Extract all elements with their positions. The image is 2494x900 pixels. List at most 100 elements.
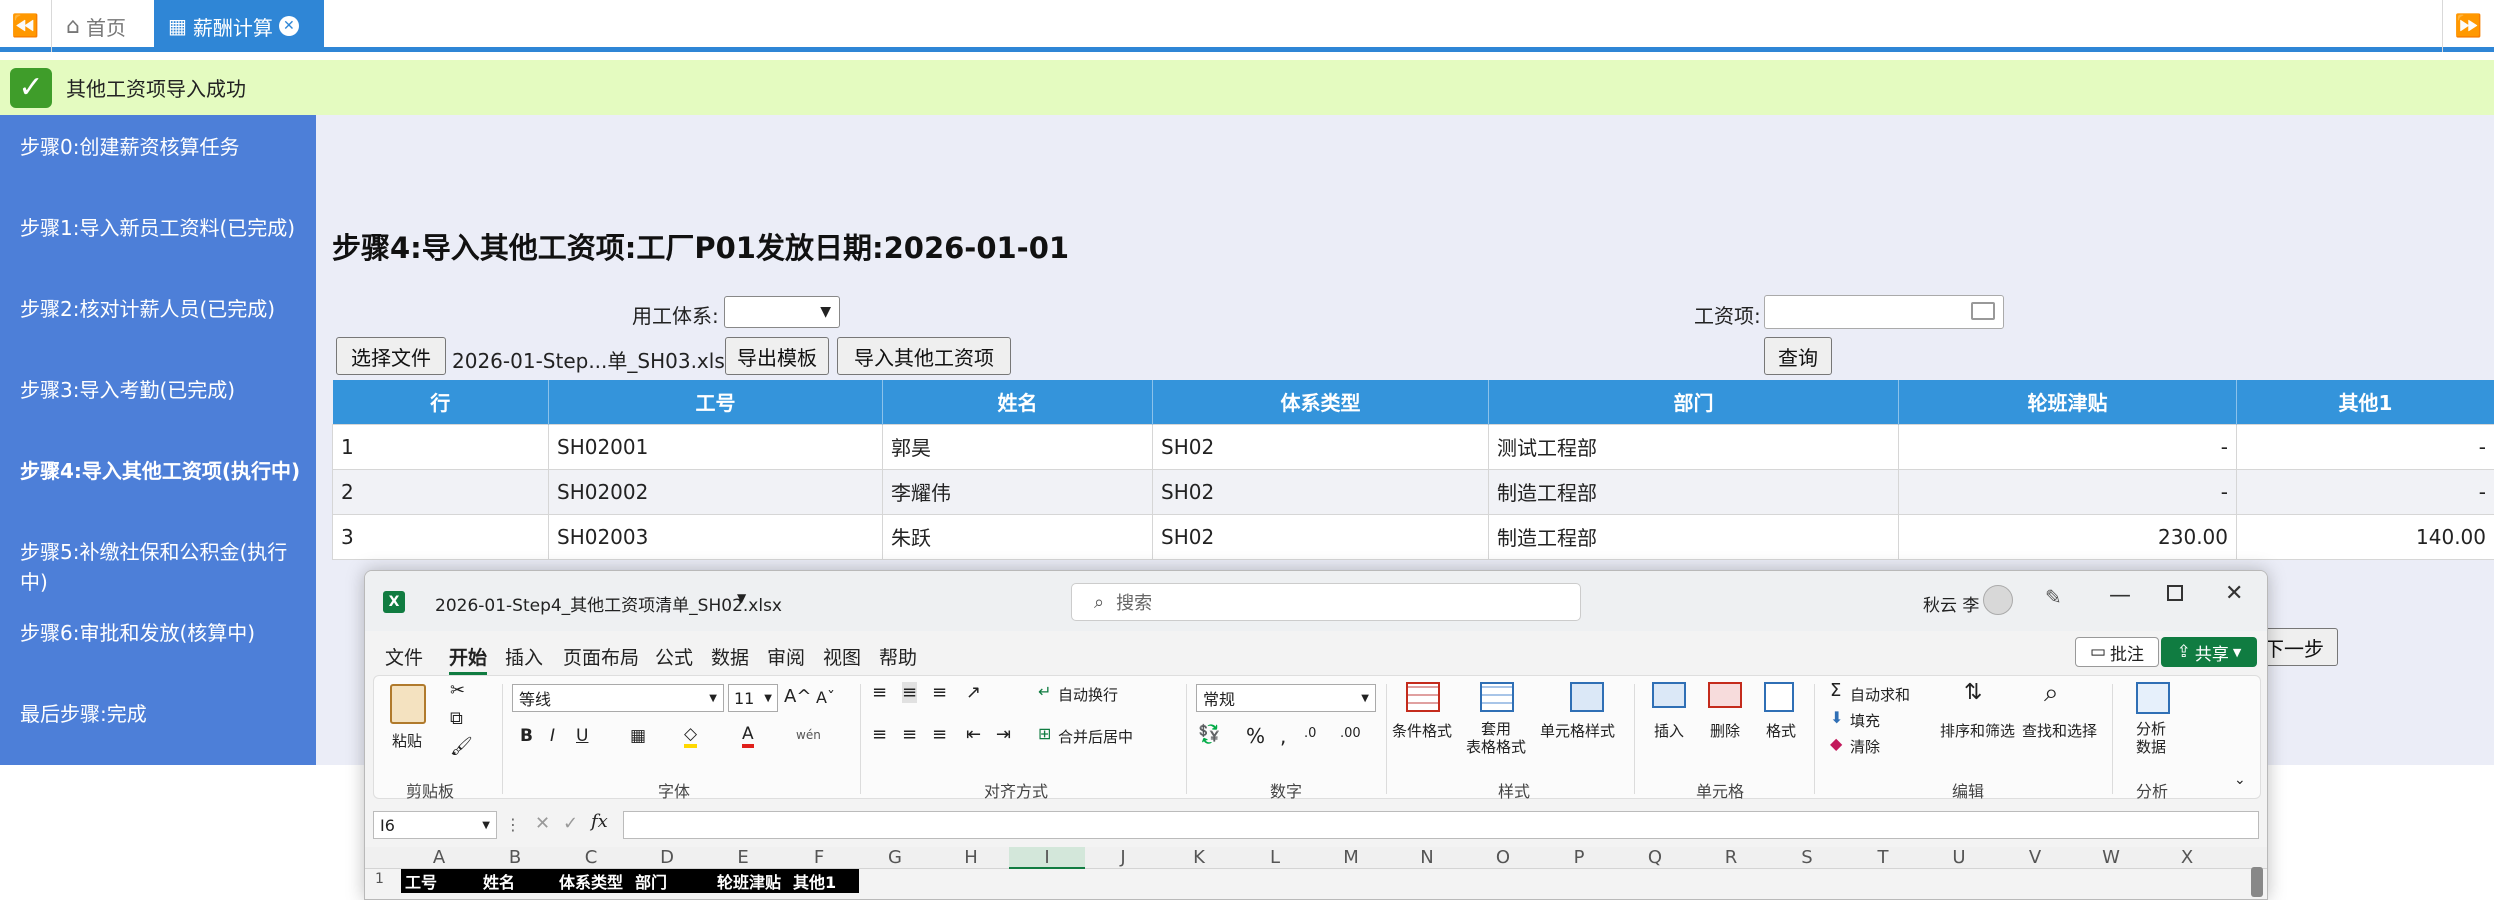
sheet-row-1[interactable]: 工号 姓名 体系类型 部门 轮班津贴 其他1 bbox=[401, 869, 859, 893]
align-center-icon[interactable]: ≡ bbox=[902, 724, 917, 745]
align-left-icon[interactable]: ≡ bbox=[872, 724, 887, 745]
phonetic-icon[interactable]: wén bbox=[796, 728, 821, 742]
wrap-text-icon[interactable]: ↵ bbox=[1038, 682, 1051, 701]
column-header-x[interactable]: X bbox=[2149, 847, 2225, 869]
align-right-icon[interactable]: ≡ bbox=[932, 724, 947, 745]
column-header-m[interactable]: M bbox=[1313, 847, 1389, 869]
column-header-r[interactable]: R bbox=[1693, 847, 1769, 869]
wrap-text-label[interactable]: 自动换行 bbox=[1058, 684, 1118, 705]
grow-font-icon[interactable]: A^ bbox=[784, 686, 811, 707]
menu-home[interactable]: 开始 bbox=[449, 643, 487, 675]
export-template-button[interactable]: 导出模板 bbox=[725, 337, 829, 375]
col-header-other1[interactable]: 其他1 bbox=[2237, 380, 2494, 424]
cond-format-label[interactable]: 条件格式 bbox=[1392, 720, 1452, 741]
analyze-data-icon[interactable] bbox=[2136, 682, 2170, 714]
font-size-select[interactable]: 11▼ bbox=[728, 684, 778, 712]
underline-icon[interactable]: U bbox=[576, 726, 588, 746]
find-select-icon[interactable]: ⌕ bbox=[2044, 678, 2059, 709]
column-header-w[interactable]: W bbox=[2073, 847, 2149, 869]
table-format-icon[interactable] bbox=[1480, 682, 1514, 712]
find-select-label[interactable]: 查找和选择 bbox=[2022, 720, 2097, 741]
analyze-data-label[interactable]: 分析 数据 bbox=[2136, 720, 2166, 756]
insert-cells-icon[interactable] bbox=[1652, 682, 1686, 708]
fill-icon[interactable]: ⬇ bbox=[1830, 708, 1843, 727]
align-top-icon[interactable]: ≡ bbox=[872, 682, 887, 703]
percent-icon[interactable]: % bbox=[1246, 724, 1265, 748]
column-header-e[interactable]: E bbox=[705, 847, 781, 869]
enter-icon[interactable]: ✓ bbox=[563, 813, 578, 834]
column-header-a[interactable]: A bbox=[401, 847, 477, 869]
column-header-c[interactable]: C bbox=[553, 847, 629, 869]
tab-home[interactable]: ⌂ 首页 bbox=[54, 0, 154, 52]
col-header-shift[interactable]: 轮班津贴 bbox=[1899, 380, 2237, 424]
col-header-dept[interactable]: 部门 bbox=[1489, 380, 1899, 424]
italic-icon[interactable]: I bbox=[550, 726, 555, 746]
column-header-q[interactable]: Q bbox=[1617, 847, 1693, 869]
column-header-s[interactable]: S bbox=[1769, 847, 1845, 869]
delete-cells-label[interactable]: 删除 bbox=[1710, 720, 1740, 741]
column-header-j[interactable]: J bbox=[1085, 847, 1161, 869]
menu-formulas[interactable]: 公式 bbox=[655, 643, 693, 670]
clear-icon[interactable]: ◆ bbox=[1830, 734, 1842, 753]
col-header-row[interactable]: 行 bbox=[333, 380, 549, 424]
column-header-l[interactable]: L bbox=[1237, 847, 1313, 869]
autosum-icon[interactable]: Σ bbox=[1830, 680, 1841, 701]
column-header-f[interactable]: F bbox=[781, 847, 857, 869]
sort-filter-icon[interactable]: ⇅ bbox=[1964, 680, 1982, 705]
close-icon[interactable]: ✕ bbox=[2225, 581, 2243, 606]
decrease-decimal-icon[interactable]: .00 bbox=[1340, 726, 1361, 741]
column-header-h[interactable]: H bbox=[933, 847, 1009, 869]
border-icon[interactable]: ▦ bbox=[630, 726, 646, 746]
menu-help[interactable]: 帮助 bbox=[879, 643, 917, 670]
number-format-select[interactable]: 常规▼ bbox=[1196, 684, 1376, 712]
delete-cells-icon[interactable] bbox=[1708, 682, 1742, 708]
fill-label[interactable]: 填充 bbox=[1850, 710, 1880, 731]
sort-filter-label[interactable]: 排序和筛选 bbox=[1940, 720, 2015, 741]
pen-icon[interactable]: ✎ bbox=[2045, 585, 2062, 609]
maximize-icon[interactable] bbox=[2167, 585, 2183, 601]
collapse-ribbon-icon[interactable]: ⌄ bbox=[2234, 772, 2246, 788]
import-items-button[interactable]: 导入其他工资项 bbox=[837, 337, 1011, 375]
menu-page-layout[interactable]: 页面布局 bbox=[563, 643, 639, 670]
currency-icon[interactable]: 💱 bbox=[1198, 724, 1220, 745]
paste-icon[interactable] bbox=[390, 684, 426, 724]
column-header-o[interactable]: O bbox=[1465, 847, 1541, 869]
font-color-icon[interactable]: A bbox=[742, 724, 754, 748]
close-icon[interactable]: ✕ bbox=[279, 16, 299, 36]
merge-label[interactable]: 合并后居中 bbox=[1058, 726, 1133, 747]
step-6[interactable]: 步骤6:审批和发放(核算中) bbox=[20, 618, 310, 648]
bold-icon[interactable]: B bbox=[520, 726, 533, 746]
name-box[interactable]: I6▼ bbox=[373, 811, 497, 839]
column-header-g[interactable]: G bbox=[857, 847, 933, 869]
increase-decimal-icon[interactable]: .0 bbox=[1304, 726, 1316, 741]
table-row[interactable]: 1 SH02001 郭昊 SH02 测试工程部 - - bbox=[333, 424, 2494, 469]
column-header-n[interactable]: N bbox=[1389, 847, 1465, 869]
minimize-icon[interactable]: — bbox=[2109, 583, 2131, 608]
insert-cells-label[interactable]: 插入 bbox=[1654, 720, 1684, 741]
step-3[interactable]: 步骤3:导入考勤(已完成) bbox=[20, 375, 310, 405]
scroll-right-icon[interactable]: ⏩ bbox=[2442, 0, 2494, 52]
col-header-system[interactable]: 体系类型 bbox=[1153, 380, 1489, 424]
copy-icon[interactable]: ⧉ bbox=[450, 708, 463, 729]
calendar-icon[interactable] bbox=[1971, 302, 1995, 320]
menu-insert[interactable]: 插入 bbox=[505, 643, 543, 670]
share-button[interactable]: ⇪共享▼ bbox=[2161, 637, 2257, 667]
column-header-i[interactable]: I bbox=[1009, 847, 1085, 869]
step-final[interactable]: 最后步骤:完成 bbox=[20, 699, 310, 729]
table-row[interactable]: 2 SH02002 李耀伟 SH02 制造工程部 - - bbox=[333, 469, 2494, 514]
column-header-d[interactable]: D bbox=[629, 847, 705, 869]
conditional-format-icon[interactable] bbox=[1406, 682, 1440, 712]
merge-icon[interactable]: ⊞ bbox=[1038, 724, 1051, 743]
format-painter-icon[interactable]: 🖌 bbox=[450, 736, 473, 757]
format-cells-icon[interactable] bbox=[1764, 682, 1794, 712]
scroll-left-icon[interactable]: ⏪ bbox=[0, 0, 52, 52]
increase-indent-icon[interactable]: ⇥ bbox=[996, 724, 1011, 745]
font-name-select[interactable]: 等线▼ bbox=[512, 684, 724, 712]
step-5[interactable]: 步骤5:补缴社保和公积金(执行中) bbox=[20, 537, 310, 597]
excel-search-box[interactable]: ⌕ 搜索 bbox=[1071, 583, 1581, 621]
orientation-icon[interactable]: ↗ bbox=[966, 682, 981, 703]
vertical-scrollbar[interactable] bbox=[2251, 867, 2263, 897]
column-header-b[interactable]: B bbox=[477, 847, 553, 869]
comma-icon[interactable]: , bbox=[1280, 724, 1286, 748]
excel-file-title[interactable]: 2026-01-Step4_其他工资项清单_SH02.xlsx bbox=[435, 591, 782, 616]
